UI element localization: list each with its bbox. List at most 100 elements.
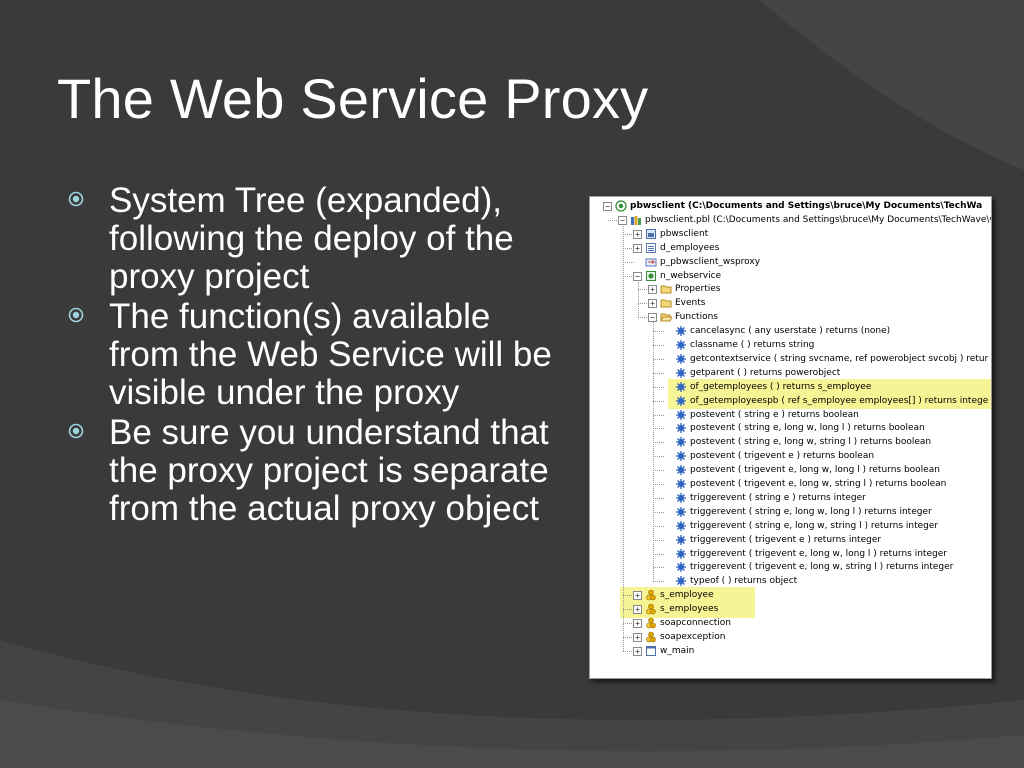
function-icon [676, 520, 686, 531]
tree-node-label: postevent ( string e ) returns boolean [690, 409, 859, 420]
tree-node[interactable]: − n_webservice [590, 270, 991, 283]
tree-node[interactable]: getcontextservice ( string svcname, ref … [590, 353, 991, 366]
bullet-list: System Tree (expanded), following the de… [66, 182, 566, 530]
expand-icon[interactable]: + [648, 285, 657, 295]
userobject-icon [646, 270, 656, 281]
expand-icon[interactable]: + [633, 646, 642, 656]
tree-connector [653, 400, 664, 402]
expand-icon[interactable]: + [633, 632, 642, 642]
tree-node[interactable]: + Events [590, 297, 991, 310]
tree-node-label: classname ( ) returns string [690, 340, 815, 350]
expand-icon[interactable]: + [633, 605, 642, 615]
system-tree-screenshot: − pbwsclient (C:\Documents and Settings\b… [589, 196, 992, 679]
tree-connector [653, 345, 664, 346]
tree-node[interactable]: triggerevent ( string e, long w, long l … [590, 506, 991, 519]
tree-node[interactable]: − Functions [590, 311, 991, 324]
bullet-item: The function(s) available from the Web S… [66, 298, 566, 412]
library-icon [631, 215, 641, 225]
tree-node-label: of_getemployees ( ) returns s_employee [690, 381, 872, 392]
tree-node[interactable]: postevent ( string e, long w, long l ) r… [590, 422, 991, 435]
function-icon [676, 576, 686, 587]
tree-node-label: pbwsclient [660, 228, 709, 239]
structure-icon [646, 589, 656, 601]
tree-node[interactable]: triggerevent ( trigevent e, long w, long… [590, 548, 991, 561]
bullet-circle-icon [68, 307, 84, 323]
tree-node[interactable]: − pbwsclient.pbl (C:\Documents and Settin… [590, 214, 991, 227]
tree-node-label: p_pbwsclient_wsproxy [660, 256, 761, 267]
expand-icon[interactable]: + [633, 229, 642, 239]
tree-node[interactable]: typeof ( ) returns object [590, 575, 991, 588]
function-icon [676, 409, 686, 420]
tree-node[interactable]: + soapexception [590, 631, 991, 644]
tree-node-label: Events [675, 298, 706, 309]
tree-node-label: triggerevent ( trigevent e, long w, long… [690, 548, 947, 559]
tree-node-label: triggerevent ( string e, long w, string … [690, 520, 939, 531]
function-icon [676, 479, 686, 489]
folder-icon [660, 285, 672, 294]
function-icon [676, 451, 686, 462]
tree-node[interactable]: + soapconnection [590, 617, 991, 630]
tree-node[interactable]: postevent ( trigevent e ) returns boolea… [590, 450, 991, 463]
collapse-icon[interactable]: − [618, 215, 627, 225]
tree-node[interactable]: p_pbwsclient_wsproxy [590, 256, 991, 269]
expand-icon[interactable]: + [648, 299, 657, 309]
tree-node[interactable]: triggerevent ( string e, long w, string … [590, 520, 991, 533]
structure-icon [646, 603, 656, 615]
function-icon [676, 423, 686, 434]
tree-node-label: pbwsclient (C:\Documents and Settings\br… [630, 201, 983, 211]
function-icon [676, 562, 686, 573]
tree-node[interactable]: of_getemployeespb ( ref s_employee emplo… [590, 395, 991, 408]
tree-node[interactable]: + w_main [590, 645, 991, 658]
tree-node-label: of_getemployeespb ( ref s_employee emplo… [690, 395, 989, 406]
tree-node[interactable]: triggerevent ( trigevent e, long w, stri… [590, 561, 991, 574]
function-icon [676, 465, 686, 476]
collapse-icon[interactable]: − [648, 313, 657, 323]
tree-node[interactable]: + s_employees [590, 603, 991, 616]
collapse-icon[interactable]: − [633, 271, 642, 281]
tree-node-label: postevent ( string e, long w, string l )… [690, 437, 932, 448]
tree-node[interactable]: triggerevent ( string e ) returns intege… [590, 492, 991, 505]
function-icon [676, 506, 686, 517]
collapse-icon[interactable]: − [603, 202, 612, 211]
function-icon [676, 381, 686, 392]
tree-node[interactable]: − pbwsclient (C:\Documents and Settings\b… [590, 200, 991, 213]
window-icon [646, 645, 656, 656]
tree-node-label: soapexception [660, 631, 726, 642]
tree-node-label: getcontextservice ( string svcname, ref … [690, 353, 989, 364]
function-icon [676, 548, 686, 559]
expand-icon[interactable]: + [633, 619, 642, 628]
tree-node[interactable]: of_getemployees ( ) returns s_employee [590, 381, 991, 394]
application-icon [646, 228, 656, 239]
expand-icon[interactable]: + [633, 243, 642, 253]
function-icon [676, 395, 686, 406]
tree-connector [653, 372, 664, 374]
tree-node[interactable]: cancelasync ( any userstate ) returns (n… [590, 325, 991, 338]
tree-node[interactable]: postevent ( string e ) returns boolean [590, 409, 991, 422]
tree-node-label: typeof ( ) returns object [690, 576, 798, 587]
tree-node[interactable]: postevent ( string e, long w, string l )… [590, 436, 991, 449]
tree-node[interactable]: triggerevent ( trigevent e ) returns int… [590, 534, 991, 547]
tree-node-label: soapconnection [660, 618, 732, 628]
tree-node[interactable]: + pbwsclient [590, 228, 991, 241]
tree-connector [653, 539, 664, 541]
expand-icon[interactable]: + [633, 591, 642, 601]
tree-node-label: triggerevent ( string e ) returns intege… [690, 492, 866, 503]
tree-node[interactable]: classname ( ) returns string [590, 339, 991, 352]
tree-node[interactable]: postevent ( trigevent e, long w, long l … [590, 464, 991, 477]
tree-node[interactable]: + d_employees [590, 242, 991, 255]
bullet-circle-icon [68, 423, 84, 439]
datawindow-icon [646, 242, 656, 253]
tree-node[interactable]: getparent ( ) returns powerobject [590, 367, 991, 380]
function-icon [676, 340, 686, 350]
tree-node-label: triggerevent ( string e, long w, long l … [690, 506, 932, 517]
tree-connector [653, 484, 664, 485]
tree-node[interactable]: + Properties [590, 283, 991, 296]
tree-connector [653, 497, 664, 499]
tree-connector [623, 261, 634, 263]
function-icon [676, 492, 686, 503]
tree-node[interactable]: + s_employee [590, 589, 991, 602]
bullet-item: System Tree (expanded), following the de… [66, 182, 566, 296]
tree-node-label: Functions [675, 312, 718, 323]
tree-node-label: postevent ( string e, long w, long l ) r… [690, 423, 925, 434]
tree-node[interactable]: postevent ( trigevent e, long w, string … [590, 478, 991, 491]
